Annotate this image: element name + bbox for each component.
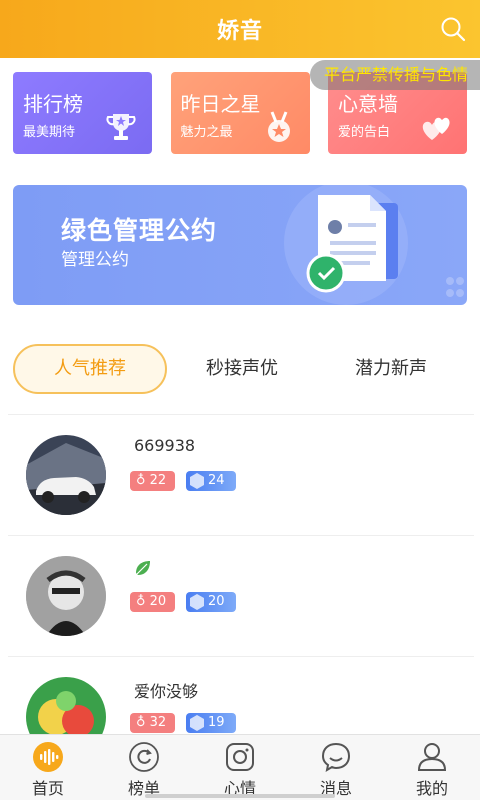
heart-wall-subtitle: 爱的告白	[338, 125, 391, 140]
document-shield-icon	[284, 185, 464, 305]
level-badge: 19	[186, 713, 236, 733]
nav-profile[interactable]: 我的	[384, 735, 480, 800]
gem-icon	[190, 715, 204, 731]
banner-title: 绿色管理公约	[61, 216, 218, 245]
gem-icon	[190, 594, 204, 610]
ranking-card-title: 排行榜	[23, 92, 83, 116]
tab-instant-voice[interactable]: 秒接声优	[183, 344, 301, 394]
gem-icon	[190, 473, 204, 489]
category-tabs: 人气推荐 秒接声优 潜力新声	[13, 344, 467, 394]
level-badge: 20	[186, 592, 236, 612]
bottom-nav: 首页 榜单 心情 消息 我的	[0, 734, 480, 800]
ranking-card-subtitle: 最美期待	[23, 125, 76, 140]
avatar[interactable]	[26, 556, 106, 636]
star-of-yesterday-card[interactable]: 昨日之星 魅力之最	[170, 72, 310, 154]
heart-badge: ♁ 32	[130, 713, 175, 733]
search-icon[interactable]	[440, 16, 466, 42]
tab-new-voices[interactable]: 潜力新声	[331, 344, 451, 394]
tab-popular[interactable]: 人气推荐	[13, 344, 167, 394]
heart-count: 20	[149, 594, 167, 609]
level-value: 19	[208, 715, 225, 730]
leaf-icon	[136, 561, 150, 575]
nav-ranking[interactable]: 榜单	[96, 735, 192, 800]
user-name: 爱你没够	[134, 682, 199, 701]
user-name: 669938	[134, 436, 196, 455]
list-item[interactable]: 669938 ♁ 22 24	[0, 415, 480, 535]
avatar[interactable]	[26, 677, 106, 734]
nav-mood[interactable]: 心情	[192, 735, 288, 800]
heart-badge: ♁ 20	[130, 592, 175, 612]
medal-icon	[267, 111, 290, 142]
nav-home[interactable]: 首页	[0, 735, 96, 800]
hearts-icon	[422, 117, 450, 140]
star-card-title: 昨日之星	[180, 92, 261, 116]
voice-wave-icon	[33, 742, 63, 772]
home-indicator	[145, 794, 335, 798]
camera-icon	[226, 743, 254, 771]
trophy-icon	[106, 114, 136, 140]
notice-marquee: 平台严禁传播与色情	[310, 60, 480, 90]
level-value: 20	[208, 594, 225, 609]
nav-profile-label: 我的	[415, 779, 448, 798]
nav-messages[interactable]: 消息	[288, 735, 384, 800]
banner-subtitle: 管理公约	[61, 250, 129, 270]
app-title: 娇音	[216, 19, 263, 44]
refresh-circle-icon	[129, 742, 159, 772]
level-badge: 24	[186, 471, 236, 491]
star-card-subtitle: 魅力之最	[180, 125, 233, 140]
chat-bubble-icon	[321, 742, 351, 773]
nav-home-label: 首页	[31, 779, 64, 798]
user-icon	[417, 743, 447, 771]
list-item[interactable]: 爱你没够 ♁ 32 19	[0, 657, 480, 734]
avatar[interactable]	[26, 435, 106, 515]
heart-badge: ♁ 22	[130, 471, 175, 491]
level-value: 24	[208, 473, 225, 488]
app-header: 娇音	[0, 0, 480, 58]
green-convention-banner[interactable]: 绿色管理公约 管理公约	[13, 185, 467, 305]
list-item[interactable]: ♁ 20 20	[0, 536, 480, 656]
heart-count: 22	[149, 473, 167, 488]
heart-count: 32	[149, 715, 167, 730]
ranking-card[interactable]: 排行榜 最美期待	[13, 72, 152, 154]
heart-wall-title: 心意墙	[338, 92, 398, 116]
